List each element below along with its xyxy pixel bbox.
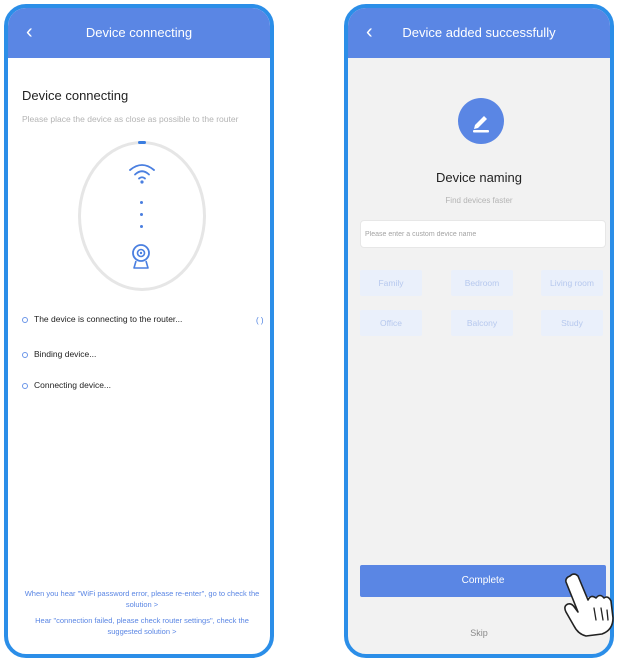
wifi-icon — [129, 164, 155, 184]
nav-bar: ‹ Device added successfully — [348, 8, 610, 58]
chip-office[interactable]: Office — [360, 310, 422, 336]
chip-balcony[interactable]: Balcony — [451, 310, 513, 336]
chip-living-room[interactable]: Living room — [541, 270, 603, 296]
page-subtitle: Find devices faster — [445, 196, 513, 205]
pencil-icon — [458, 98, 504, 144]
step-bullet-icon — [22, 316, 28, 323]
nav-title: Device added successfully — [402, 25, 556, 40]
page-heading: Device connecting — [22, 88, 129, 103]
step-item-connecting-router: The device is connecting to the router..… — [22, 314, 182, 324]
progress-ring — [78, 141, 206, 291]
step-label: Connecting device... — [34, 380, 112, 390]
phone-screen-device-connecting: ‹ Device connecting Device connecting Pl… — [4, 4, 274, 658]
step-label: The device is connecting to the router..… — [34, 314, 183, 324]
loading-spinner-icon: ( ) — [256, 316, 264, 325]
nav-bar: ‹ Device connecting — [8, 8, 270, 58]
help-link-wifi-password[interactable]: When you hear "WiFi password error, plea… — [18, 588, 266, 610]
pointing-hand-icon — [564, 573, 614, 637]
progress-dot — [140, 213, 143, 216]
progress-ring-indicator — [138, 141, 146, 144]
chip-bedroom[interactable]: Bedroom — [451, 270, 513, 296]
step-bullet-icon — [22, 382, 28, 389]
phone-screen-device-added: ‹ Device added successfully Device namin… — [344, 4, 614, 658]
step-label: Binding device... — [34, 349, 97, 359]
step-item-connecting-device: Connecting device... — [22, 380, 111, 390]
chip-family[interactable]: Family — [360, 270, 422, 296]
progress-dot — [140, 201, 143, 204]
nav-title: Device connecting — [85, 25, 193, 40]
chip-study[interactable]: Study — [541, 310, 603, 336]
page-subtitle: Please place the device as close as poss… — [22, 114, 239, 124]
device-name-input[interactable] — [360, 220, 606, 248]
step-item-binding: Binding device... — [22, 349, 96, 359]
page-title: Device naming — [436, 170, 522, 185]
step-bullet-icon — [22, 351, 28, 358]
progress-dot — [140, 225, 143, 228]
camera-icon — [132, 244, 150, 269]
help-link-connection-failed[interactable]: Hear "connection failed, please check ro… — [18, 615, 266, 637]
